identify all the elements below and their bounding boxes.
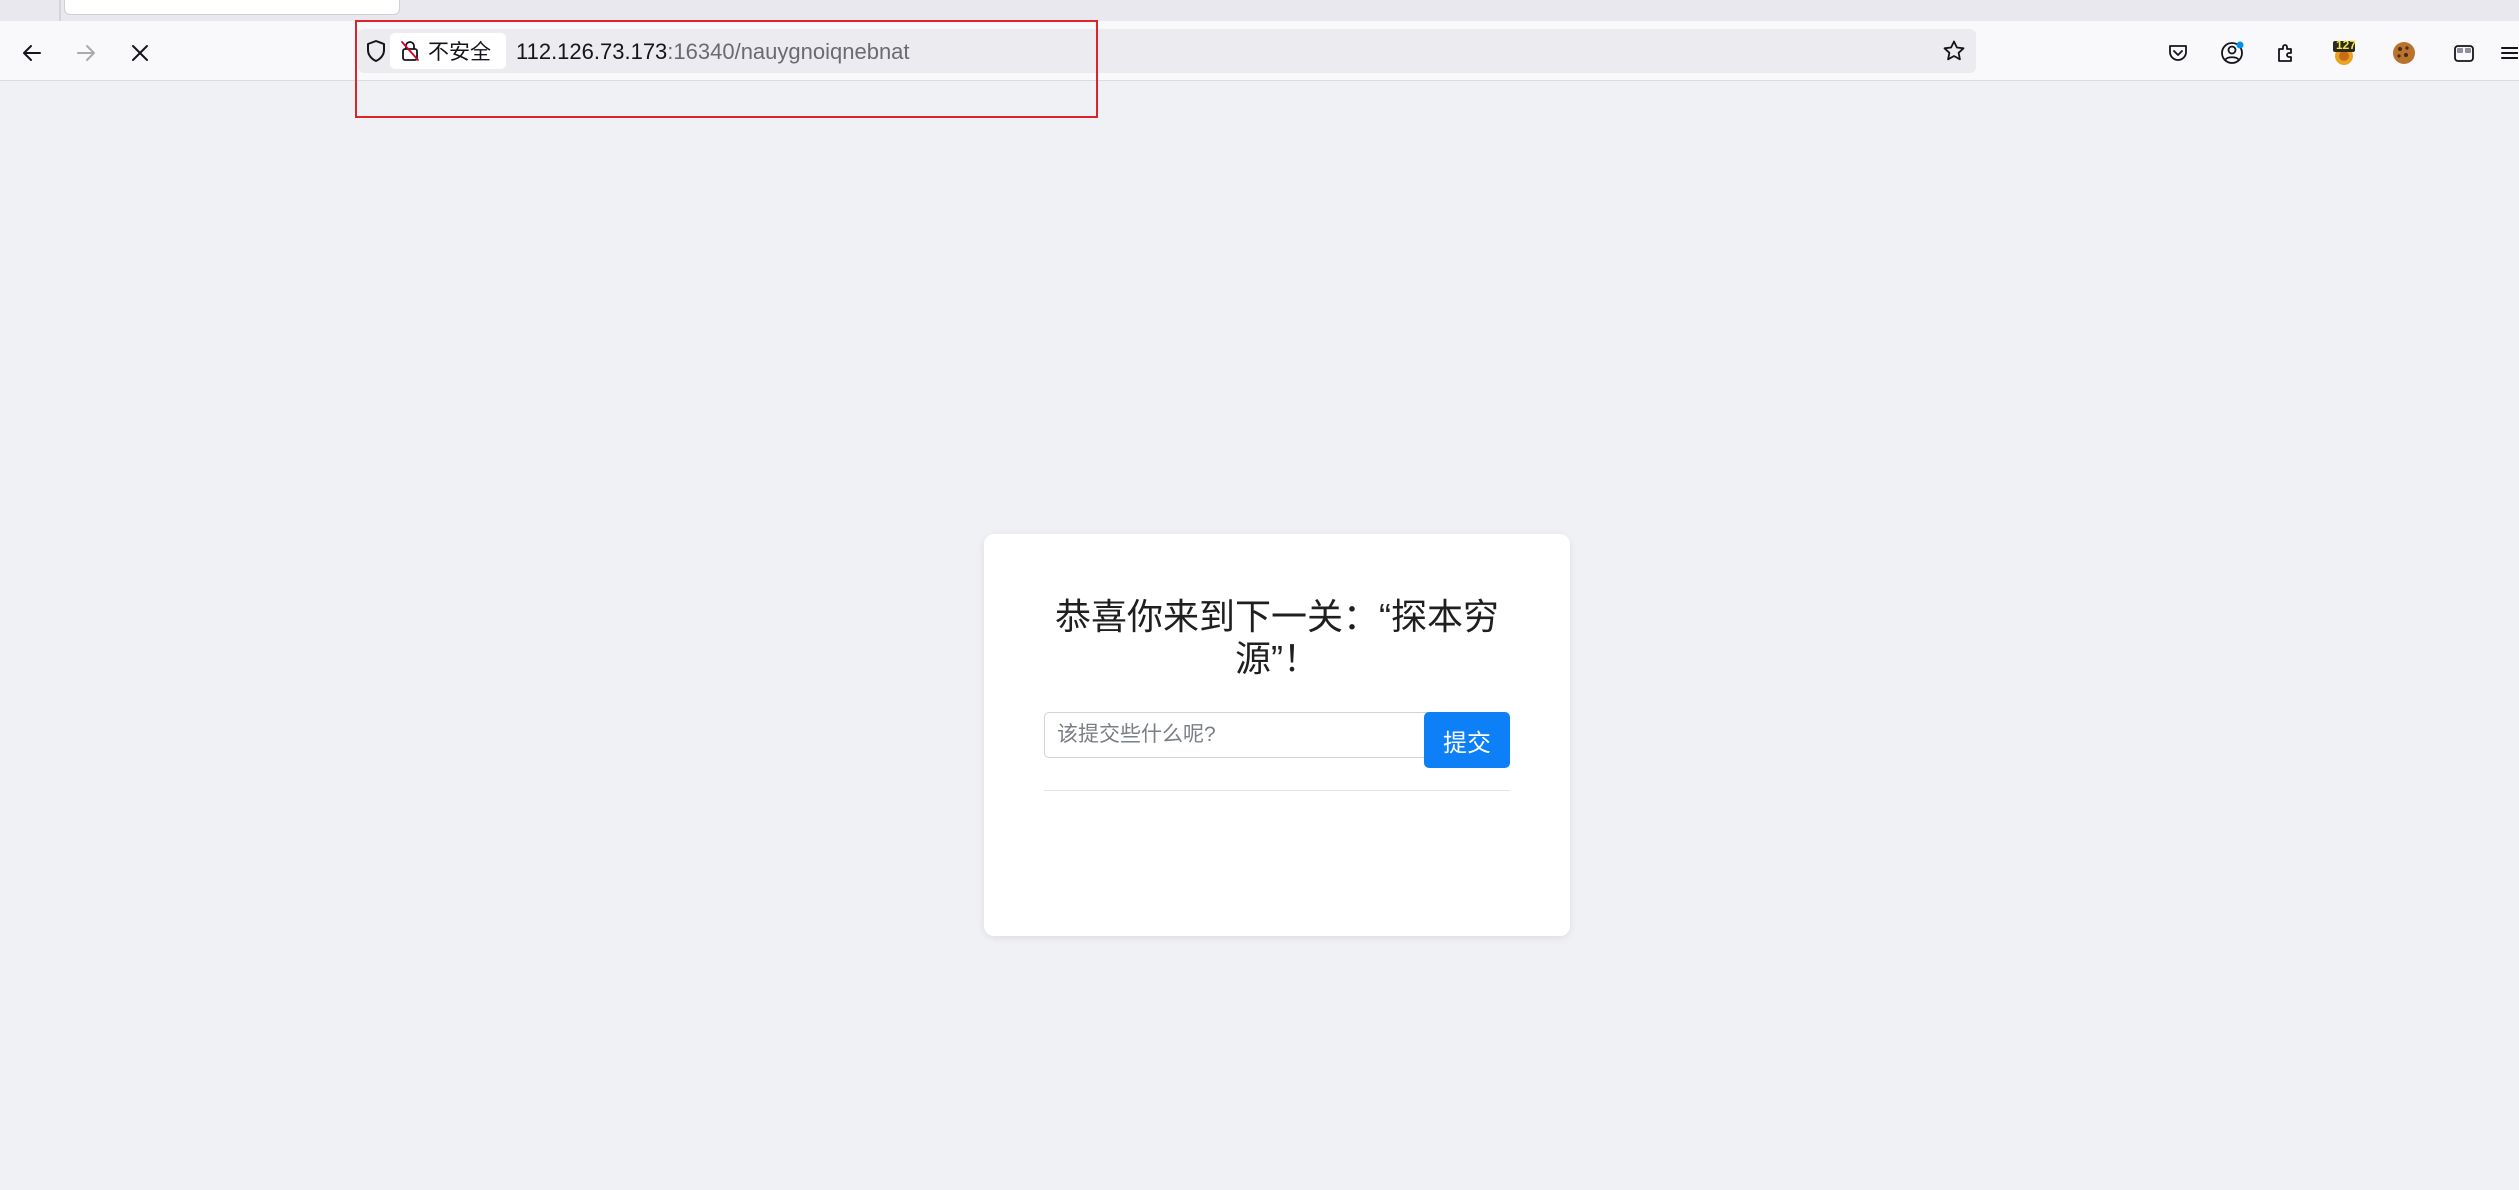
puzzle-icon [2278, 44, 2292, 62]
answer-input[interactable] [1044, 712, 1434, 758]
page-title: 恭喜你来到下一关：“探本穷源”！ [1055, 596, 1499, 679]
counter-extension-button[interactable]: 127 [2326, 35, 2362, 71]
container-tabs-button[interactable] [2446, 35, 2482, 71]
forward-arrow-icon [77, 45, 95, 61]
extensions-button[interactable] [2268, 35, 2304, 71]
submit-button[interactable]: 提交 [1424, 712, 1510, 768]
account-button[interactable] [2214, 35, 2250, 71]
pocket-icon [2169, 45, 2187, 61]
account-icon [2221, 41, 2244, 64]
challenge-card: 恭喜你来到下一关：“探本穷源”！ 提交 [984, 534, 1570, 936]
forward-button[interactable] [68, 35, 104, 71]
card-divider [1044, 790, 1510, 791]
annotation-highlight-box [355, 20, 1098, 118]
back-arrow-icon [23, 45, 41, 61]
stop-loading-button[interactable] [122, 35, 158, 71]
bookmark-button[interactable] [1940, 37, 1968, 65]
extension-badge-count: 127 [2336, 38, 2357, 52]
tab-strip [0, 0, 2519, 21]
pocket-button[interactable] [2160, 35, 2196, 71]
app-menu-button[interactable] [2498, 35, 2519, 71]
back-button[interactable] [14, 35, 50, 71]
cookie-icon [2393, 42, 2415, 64]
hamburger-menu-icon [2501, 47, 2518, 59]
star-icon [1943, 40, 1965, 61]
container-icon [2454, 45, 2474, 62]
close-icon [132, 45, 148, 61]
tab-separator [59, 0, 61, 21]
active-tab[interactable] [64, 0, 400, 15]
cookie-extension-button[interactable] [2386, 35, 2422, 71]
